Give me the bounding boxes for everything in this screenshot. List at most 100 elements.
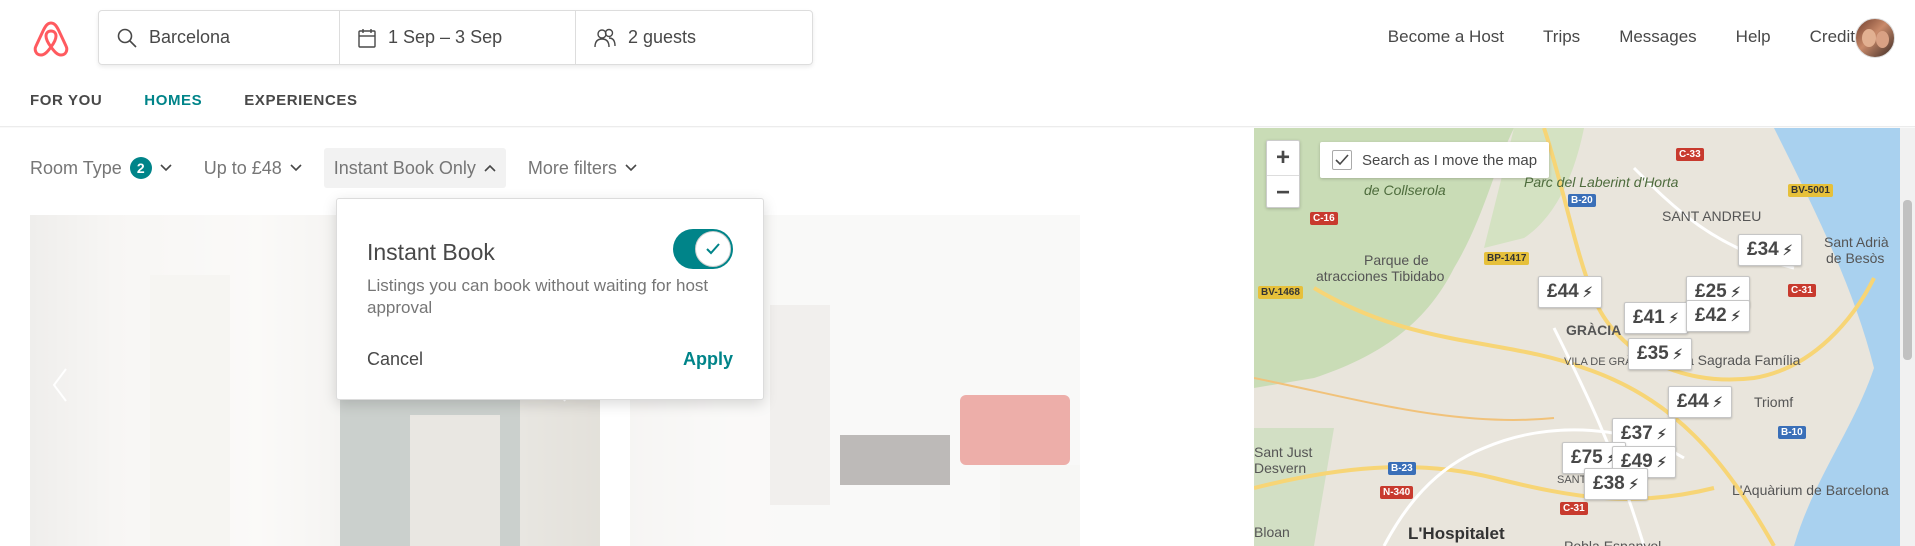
lightning-icon: ⚡︎ — [1656, 425, 1667, 442]
checkbox[interactable] — [1332, 150, 1352, 170]
tab-homes[interactable]: HOMES — [144, 92, 203, 128]
zoom-in-button[interactable]: + — [1267, 141, 1299, 175]
instant-book-label: Instant Book Only — [333, 157, 476, 178]
price-filter[interactable]: Up to £48 — [194, 148, 312, 188]
instant-book-toggle[interactable] — [673, 229, 733, 269]
location-value: Barcelona — [149, 27, 231, 47]
road-sign: B-23 — [1388, 462, 1416, 475]
map-label: Sant Adrià — [1824, 234, 1889, 250]
lightning-icon: ⚡︎ — [1672, 345, 1683, 362]
map-label: L'Hospitalet — [1408, 524, 1505, 543]
road-sign: C-33 — [1676, 148, 1704, 161]
lightning-icon: ⚡︎ — [1730, 283, 1741, 300]
map-label: SANT ANDREU — [1662, 208, 1762, 224]
filter-bar: Room Type 2 Up to £48 Instant Book Only … — [30, 148, 659, 188]
location-field[interactable]: Barcelona — [99, 11, 339, 64]
dates-value: 1 Sep – 3 Sep — [388, 27, 503, 47]
road-sign: BP-1417 — [1484, 252, 1530, 265]
room-type-filter[interactable]: Room Type 2 — [30, 148, 182, 188]
price-marker[interactable]: £38 ⚡︎ — [1584, 468, 1648, 500]
lightning-icon: ⚡︎ — [1782, 241, 1793, 258]
lightning-icon: ⚡︎ — [1628, 475, 1639, 492]
chevron-down-icon — [160, 164, 172, 172]
price-label: Up to £48 — [203, 157, 282, 178]
airbnb-logo-icon[interactable] — [30, 18, 72, 60]
tab-for-you[interactable]: FOR YOU — [30, 92, 102, 128]
map-label: de Besòs — [1826, 250, 1885, 266]
map[interactable]: + − Search as I move the map Parque de a… — [1254, 128, 1900, 546]
map-label: Bloan — [1254, 524, 1290, 540]
nav-trips[interactable]: Trips — [1543, 27, 1580, 47]
next-photo-icon[interactable] — [1160, 365, 1180, 405]
nav-messages[interactable]: Messages — [1619, 27, 1696, 47]
road-sign: B-20 — [1568, 194, 1596, 207]
nav-credit-label: Credit — [1809, 27, 1855, 46]
chevron-down-icon — [290, 164, 302, 172]
header-nav: Become a Host Trips Messages Help Credit — [1349, 22, 1864, 52]
road-sign: C-31 — [1788, 284, 1816, 297]
road-sign: BV-5001 — [1788, 184, 1833, 197]
lightning-icon: ⚡︎ — [1712, 393, 1723, 410]
nav-credit[interactable]: Credit — [1809, 27, 1864, 47]
chevron-up-icon — [484, 164, 496, 172]
calendar-icon — [358, 28, 376, 48]
road-sign: C-31 — [1560, 502, 1588, 515]
lightning-icon: ⚡︎ — [1668, 309, 1679, 326]
lightning-icon: ⚡︎ — [1582, 283, 1593, 300]
search-as-move-toggle[interactable]: Search as I move the map — [1320, 142, 1550, 178]
price-marker[interactable]: £34 ⚡︎ — [1738, 234, 1802, 266]
tab-experiences[interactable]: EXPERIENCES — [244, 92, 357, 128]
guests-value: 2 guests — [628, 27, 697, 47]
avatar[interactable] — [1855, 18, 1895, 58]
heart-icon[interactable] — [1140, 235, 1180, 271]
top-header: Barcelona 1 Sep – 3 Sep 2 guests Become … — [0, 0, 1915, 80]
road-sign: N-340 — [1380, 486, 1414, 499]
map-label: Pobla Espanyol — [1564, 538, 1662, 546]
room-type-count-badge: 2 — [129, 157, 152, 179]
search-bar: Barcelona 1 Sep – 3 Sep 2 guests — [98, 10, 813, 65]
map-label: Parque de — [1364, 252, 1429, 268]
cancel-button[interactable]: Cancel — [367, 349, 423, 370]
apply-button[interactable]: Apply — [683, 349, 733, 370]
popover-title: Instant Book — [367, 239, 495, 265]
price-marker[interactable]: £41 ⚡︎ — [1624, 302, 1688, 334]
popover-description: Listings you can book without waiting fo… — [367, 276, 709, 317]
nav-become-host[interactable]: Become a Host — [1388, 27, 1504, 47]
map-label: GRÀCIA — [1566, 322, 1622, 338]
price-marker[interactable]: £35 ⚡︎ — [1628, 338, 1692, 370]
previous-photo-icon[interactable] — [50, 365, 70, 405]
category-tabs: FOR YOU HOMES EXPERIENCES — [30, 92, 400, 128]
instant-book-popover: Instant Book Listings you can book witho… — [336, 198, 764, 400]
zoom-control: + − — [1266, 140, 1300, 208]
guests-field[interactable]: 2 guests — [575, 11, 812, 64]
map-label: Triomf — [1754, 394, 1794, 410]
zoom-out-button[interactable]: − — [1267, 175, 1299, 209]
room-type-label: Room Type — [30, 157, 122, 178]
map-label: L'Aquàrium de Barcelona — [1732, 482, 1889, 498]
lightning-icon: ⚡︎ — [1730, 307, 1741, 324]
lightning-icon: ⚡︎ — [1656, 453, 1667, 470]
road-sign: B-10 — [1778, 426, 1806, 439]
check-icon — [1335, 154, 1349, 166]
more-filters[interactable]: More filters — [518, 148, 647, 188]
price-marker[interactable]: £44 ⚡︎ — [1668, 386, 1732, 418]
road-sign: C-16 — [1310, 212, 1338, 225]
price-marker[interactable]: £44 ⚡︎ — [1538, 276, 1602, 308]
map-label: Parc del Laberint d'Horta — [1524, 174, 1679, 190]
chevron-down-icon — [625, 164, 637, 172]
road-sign: BV-1468 — [1258, 286, 1303, 299]
map-label: a Sagrada Família — [1686, 352, 1801, 368]
instant-book-filter[interactable]: Instant Book Only — [323, 148, 506, 188]
search-icon — [117, 28, 137, 48]
map-label: atracciones Tibidabo — [1316, 268, 1445, 284]
nav-help[interactable]: Help — [1736, 27, 1771, 47]
guests-icon — [594, 28, 616, 47]
more-filters-label: More filters — [527, 157, 617, 178]
toggle-knob — [695, 231, 731, 267]
map-label: de Collserola — [1364, 182, 1446, 198]
map-label: VILA DE GRÀ — [1564, 356, 1633, 368]
scrollbar-thumb[interactable] — [1903, 200, 1912, 360]
dates-field[interactable]: 1 Sep – 3 Sep — [339, 11, 575, 64]
price-marker[interactable]: £42 ⚡︎ — [1686, 300, 1750, 332]
map-label: Sant Just — [1254, 444, 1313, 460]
